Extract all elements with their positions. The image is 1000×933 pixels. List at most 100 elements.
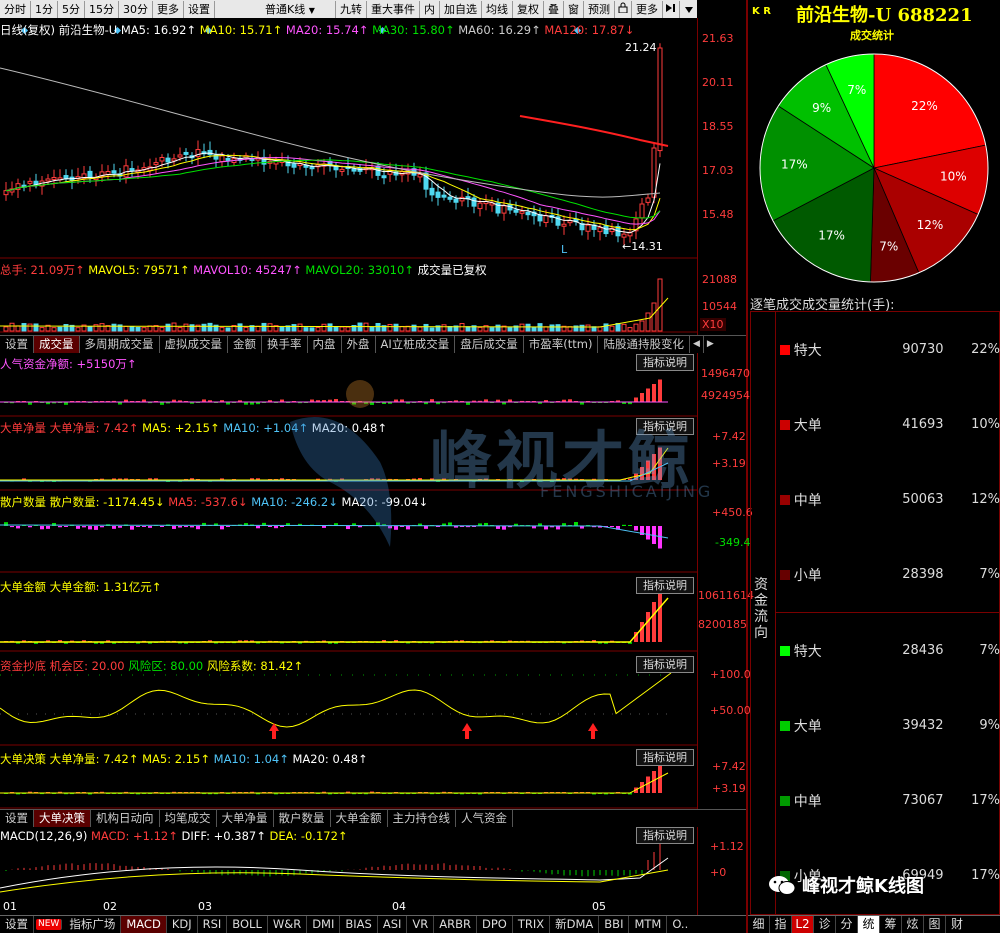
bottom-tab-arbr[interactable]: ARBR <box>434 916 477 933</box>
add-watchlist-button[interactable]: 加自选 <box>440 0 482 18</box>
period-more-button[interactable]: 更多 <box>153 0 184 18</box>
ma10-legend: MA10: 15.71↑ <box>199 23 283 37</box>
histogram-bar <box>112 526 116 529</box>
bottom-tab-dpo[interactable]: DPO <box>477 916 513 933</box>
pie-slice-label: 7% <box>847 83 866 97</box>
tab-volume[interactable]: 成交量 <box>34 336 80 353</box>
tab2-institution-daily[interactable]: 机构日动向 <box>91 810 160 827</box>
explain-button-5[interactable]: 指标说明 <box>636 749 694 766</box>
right-tab-detail[interactable]: 细 <box>748 916 770 933</box>
bottom-tab-bias[interactable]: BIAS <box>340 916 378 933</box>
tab-settings[interactable]: 设置 <box>0 336 34 353</box>
explain-button-1[interactable]: 指标说明 <box>636 354 694 371</box>
volume-bar <box>87 326 93 332</box>
candle-body <box>471 197 477 207</box>
dropdown-icon[interactable] <box>680 0 697 18</box>
volume-legend: 总手: 21.09万↑ MAVOL5: 79571↑ MAVOL10: 4524… <box>0 262 487 278</box>
tab2-main-position[interactable]: 主力持仓线 <box>388 810 456 827</box>
tab-turnover[interactable]: 换手率 <box>262 336 308 353</box>
bottom-tab-bbi[interactable]: BBI <box>599 916 630 933</box>
period-settings-button[interactable]: 设置 <box>184 0 215 18</box>
bottom-tab-kdj[interactable]: KDJ <box>167 916 198 933</box>
mavol5-legend: MAVOL5: 79571↑ <box>88 263 190 277</box>
bottom-tab-boll[interactable]: BOLL <box>227 916 268 933</box>
candle-body <box>621 233 627 238</box>
tab2-big-order-net[interactable]: 大单净量 <box>217 810 274 827</box>
right-tab-chips[interactable]: 筹 <box>880 916 902 933</box>
window-button[interactable]: 窗 <box>564 0 584 18</box>
forecast-button[interactable]: 预测 <box>584 0 615 18</box>
tab-northbound-holding[interactable]: 陆股通持股变化 <box>598 336 690 353</box>
volume-bar <box>75 327 81 332</box>
right-tab-diagnose[interactable]: 诊 <box>814 916 836 933</box>
month-label-02: 02 <box>103 900 117 913</box>
ma-lines-button[interactable]: 均线 <box>482 0 513 18</box>
bottom-tab-rsi[interactable]: RSI <box>198 916 228 933</box>
explain-button-4[interactable]: 指标说明 <box>636 656 694 673</box>
explain-button-3[interactable]: 指标说明 <box>636 577 694 594</box>
bottom-tab-vr[interactable]: VR <box>407 916 435 933</box>
flow-row-name: 中单 <box>793 492 822 509</box>
flow-row-volume: 73067 <box>902 793 944 808</box>
scroll-left-icon[interactable]: ◀ <box>690 336 704 353</box>
tab-virtual-volume[interactable]: 虚拟成交量 <box>160 336 228 353</box>
right-tab-chart[interactable]: 图 <box>924 916 946 933</box>
bottom-tab-dmi[interactable]: DMI <box>307 916 341 933</box>
overlay-button[interactable]: 叠 <box>544 0 564 18</box>
bottom-tab-indicator-square[interactable]: 指标广场 <box>64 916 122 933</box>
tab2-big-order-decision[interactable]: 大单决策 <box>34 810 91 827</box>
nine-turn-button[interactable]: 九转 <box>336 0 367 18</box>
right-tab-l2[interactable]: L2 <box>792 916 814 933</box>
tab-after-hours-volume[interactable]: 盘后成交量 <box>455 336 524 353</box>
candle-body <box>225 157 231 161</box>
volume-bar <box>543 326 549 332</box>
toolbar-more-button[interactable]: 更多 <box>632 0 663 18</box>
tab-pe-ttm[interactable]: 市盈率(ttm) <box>524 336 599 353</box>
tab-ai-volume[interactable]: AI立桩成交量 <box>376 336 456 353</box>
right-tab-finance[interactable]: 财 <box>946 916 968 933</box>
tab2-retail-count[interactable]: 散户数量 <box>274 810 331 827</box>
adjust-button[interactable]: 复权 <box>513 0 544 18</box>
period-tab-30min[interactable]: 30分 <box>119 0 153 18</box>
ma120-line <box>519 115 669 147</box>
right-tab-split[interactable]: 分 <box>836 916 858 933</box>
period-tab-minute[interactable]: 分时 <box>0 0 31 18</box>
bottom-tab-mtm[interactable]: MTM <box>629 916 668 933</box>
inner-button[interactable]: 内 <box>420 0 440 18</box>
period-tab-5min[interactable]: 5分 <box>58 0 85 18</box>
bottom-tab-wr[interactable]: W&R <box>268 916 308 933</box>
volume-bar <box>255 325 261 332</box>
skip-forward-icon[interactable] <box>663 0 680 18</box>
bottom-tab-more[interactable]: O.. <box>667 916 693 933</box>
tab-inner[interactable]: 内盘 <box>308 336 342 353</box>
volume-bar <box>99 323 105 332</box>
bottom-tab-asi[interactable]: ASI <box>378 916 408 933</box>
tab2-settings[interactable]: 设置 <box>0 810 34 827</box>
tab2-average-trade[interactable]: 均笔成交 <box>160 810 217 827</box>
period-tab-15min[interactable]: 15分 <box>85 0 119 18</box>
bottom-tab-trix[interactable]: TRIX <box>513 916 551 933</box>
tab-amount[interactable]: 金额 <box>228 336 262 353</box>
explain-button-6[interactable]: 指标说明 <box>636 827 694 844</box>
bottom-tab-settings[interactable]: 设置 <box>0 916 34 933</box>
kline-type-select[interactable]: 普通K线 ▼ <box>261 0 336 18</box>
tab-multi-period-volume[interactable]: 多周期成交量 <box>80 336 160 353</box>
scroll-right-icon[interactable]: ▶ <box>704 336 717 353</box>
major-event-button[interactable]: 重大事件 <box>367 0 420 18</box>
right-tab-stats[interactable]: 统 <box>858 916 880 933</box>
bottom-tab-new-dma[interactable]: 新DMA <box>550 916 600 933</box>
flow-color-swatch <box>780 344 790 355</box>
histogram-bar <box>658 592 662 642</box>
volume-bar <box>651 302 657 332</box>
bottom-tab-macd[interactable]: MACD <box>121 916 167 933</box>
lock-icon[interactable] <box>615 0 632 18</box>
tab2-popularity-fund[interactable]: 人气资金 <box>456 810 513 827</box>
indicator-line <box>0 597 669 643</box>
flow-color-swatch <box>780 645 790 656</box>
tab2-big-order-amount[interactable]: 大单金额 <box>331 810 388 827</box>
tab-outer[interactable]: 外盘 <box>342 336 376 353</box>
right-tab-index[interactable]: 指 <box>770 916 792 933</box>
right-tab-cool[interactable]: 炫 <box>902 916 924 933</box>
period-tab-1min[interactable]: 1分 <box>31 0 58 18</box>
volume-bar <box>207 322 213 332</box>
